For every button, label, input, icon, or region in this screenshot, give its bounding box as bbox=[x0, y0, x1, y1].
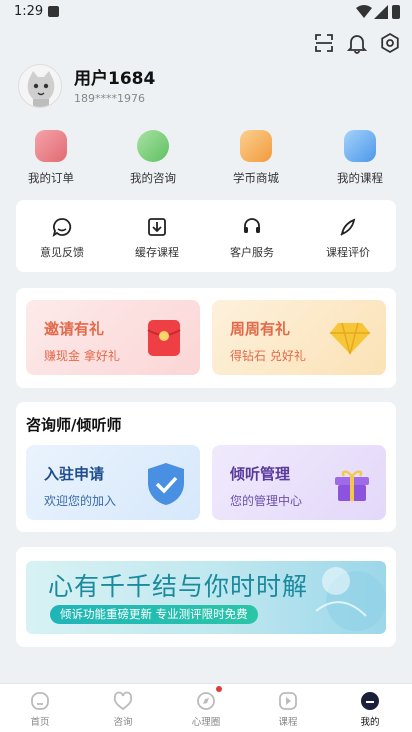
tab-courses-label: 课程 bbox=[278, 717, 298, 728]
listening-management-title: 倾听管理 bbox=[230, 465, 291, 483]
invite-gift-banner[interactable]: 邀请有礼 赚现金 拿好礼 bbox=[26, 300, 200, 375]
course-review-label: 课程评价 bbox=[326, 246, 370, 259]
banner-headline: 心有千千结与你时时解 bbox=[48, 572, 309, 601]
avatar-cat-icon bbox=[27, 71, 55, 107]
user-name: 用户1684 bbox=[74, 69, 156, 89]
banner-tagline: 倾诉功能重磅更新 专业测评限时免费 bbox=[50, 605, 258, 624]
counselor-section-title: 咨询师/倾听师 bbox=[26, 416, 122, 434]
notification-dot bbox=[216, 686, 222, 692]
scan-icon[interactable] bbox=[313, 32, 335, 54]
customer-service-button[interactable]: 客户服务 bbox=[212, 216, 292, 260]
coin-shop-label: 学币商城 bbox=[233, 171, 279, 185]
tab-psych-circle[interactable]: 心理圈 bbox=[176, 686, 236, 728]
feedback-label: 意见反馈 bbox=[40, 246, 84, 259]
wifi-icon bbox=[356, 5, 372, 18]
tab-mine-label: 我的 bbox=[360, 717, 380, 728]
my-courses-button[interactable]: 我的课程 bbox=[325, 130, 395, 186]
red-envelope-icon bbox=[147, 320, 181, 356]
weekly-gift-subtitle: 得钻石 兑好礼 bbox=[230, 349, 306, 363]
tab-consult[interactable]: 咨询 bbox=[93, 690, 153, 728]
weekly-gift-title: 周周有礼 bbox=[230, 320, 291, 338]
download-icon bbox=[148, 218, 166, 236]
tab-courses[interactable]: 课程 bbox=[258, 690, 318, 728]
apply-join-subtitle: 欢迎您的加入 bbox=[44, 494, 117, 508]
pen-icon bbox=[340, 218, 356, 236]
status-time: 1:29 bbox=[14, 4, 44, 19]
course-review-button[interactable]: 课程评价 bbox=[308, 216, 388, 260]
status-bar: 1:29 bbox=[0, 0, 412, 24]
gift-box-icon bbox=[335, 470, 369, 501]
coin-shop-icon bbox=[240, 130, 272, 162]
invite-gift-title: 邀请有礼 bbox=[44, 320, 105, 338]
my-orders-label: 我的订单 bbox=[28, 171, 74, 185]
compass-icon bbox=[197, 692, 215, 710]
battery-icon bbox=[392, 5, 400, 19]
cached-courses-button[interactable]: 缓存课程 bbox=[117, 216, 197, 260]
coin-shop-button[interactable]: 学币商城 bbox=[221, 130, 291, 186]
apply-join-title: 入驻申请 bbox=[44, 465, 105, 483]
diamond-icon bbox=[330, 322, 370, 355]
notification-icon bbox=[48, 6, 59, 17]
apply-join-card[interactable]: 入驻申请 欢迎您的加入 bbox=[26, 445, 200, 520]
tab-mine[interactable]: 我的 bbox=[340, 690, 400, 728]
my-consultations-button[interactable]: 我的咨询 bbox=[118, 130, 188, 186]
weekly-gift-banner[interactable]: 周周有礼 得钻石 兑好礼 bbox=[212, 300, 386, 375]
my-courses-label: 我的课程 bbox=[337, 171, 383, 185]
promo-banner[interactable]: 心有千千结与你时时解 倾诉功能重磅更新 专业测评限时免费 bbox=[26, 561, 386, 634]
my-orders-button[interactable]: 我的订单 bbox=[16, 130, 86, 186]
cached-courses-label: 缓存课程 bbox=[135, 246, 179, 259]
feedback-button[interactable]: 意见反馈 bbox=[22, 216, 102, 260]
home-icon bbox=[31, 692, 49, 710]
avatar[interactable] bbox=[18, 64, 62, 108]
bell-icon[interactable] bbox=[346, 32, 368, 54]
user-phone: 189****1976 bbox=[74, 92, 145, 105]
tab-psych-circle-label: 心理圈 bbox=[191, 717, 221, 728]
tab-consult-label: 咨询 bbox=[113, 717, 133, 728]
banner-decoration-icon bbox=[315, 567, 386, 631]
settings-gear-icon[interactable] bbox=[379, 32, 401, 54]
customer-service-label: 客户服务 bbox=[230, 246, 274, 259]
order-icon bbox=[35, 130, 67, 162]
listening-management-card[interactable]: 倾听管理 您的管理中心 bbox=[212, 445, 386, 520]
shield-check-icon bbox=[148, 463, 184, 505]
play-icon bbox=[279, 692, 297, 710]
headset-icon bbox=[244, 218, 260, 233]
profile-icon bbox=[361, 692, 379, 710]
my-consultations-label: 我的咨询 bbox=[130, 171, 176, 185]
tab-home-label: 首页 bbox=[30, 717, 50, 728]
listening-management-subtitle: 您的管理中心 bbox=[230, 494, 303, 508]
tab-home[interactable]: 首页 bbox=[10, 690, 70, 728]
consult-heart-icon bbox=[137, 130, 169, 162]
heart-chat-icon bbox=[113, 691, 133, 711]
course-icon bbox=[344, 130, 376, 162]
feedback-icon bbox=[52, 218, 72, 238]
signal-icon bbox=[374, 5, 388, 19]
invite-gift-subtitle: 赚现金 拿好礼 bbox=[44, 349, 120, 363]
bottom-tab-bar: 首页 咨询 心理圈 课程 我的 bbox=[0, 683, 412, 732]
